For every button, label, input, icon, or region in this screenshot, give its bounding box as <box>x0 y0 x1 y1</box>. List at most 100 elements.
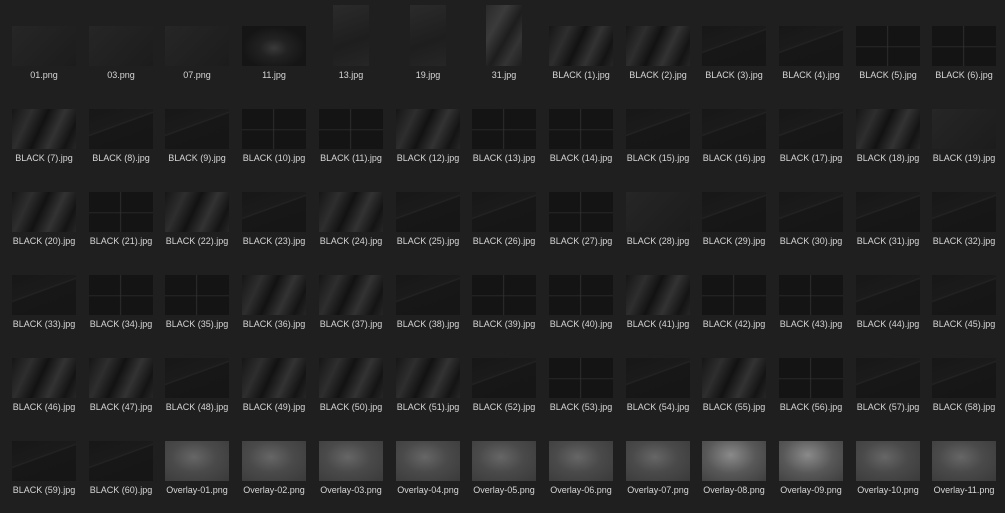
file-item[interactable]: BLACK (35).jpg <box>153 249 229 332</box>
file-item[interactable]: BLACK (59).jpg <box>0 415 76 498</box>
file-item[interactable]: 31.jpg <box>460 0 536 83</box>
file-thumbnail <box>472 441 536 481</box>
file-item[interactable]: BLACK (23).jpg <box>230 166 306 249</box>
file-thumbnail <box>702 109 766 149</box>
file-item[interactable]: BLACK (44).jpg <box>844 249 920 332</box>
file-item[interactable]: BLACK (36).jpg <box>230 249 306 332</box>
file-thumbnail <box>165 275 229 315</box>
file-item[interactable]: Overlay-07.png <box>614 415 690 498</box>
file-item[interactable]: BLACK (26).jpg <box>460 166 536 249</box>
file-item[interactable]: BLACK (21).jpg <box>77 166 153 249</box>
file-item[interactable]: BLACK (43).jpg <box>767 249 843 332</box>
file-thumbnail <box>165 441 229 481</box>
file-item[interactable]: BLACK (25).jpg <box>384 166 460 249</box>
file-item[interactable]: BLACK (54).jpg <box>614 332 690 415</box>
file-item[interactable]: Overlay-05.png <box>460 415 536 498</box>
file-item[interactable]: 01.png <box>0 0 76 83</box>
file-item[interactable]: BLACK (45).jpg <box>920 249 996 332</box>
file-item[interactable]: BLACK (40).jpg <box>537 249 613 332</box>
file-item[interactable]: Overlay-08.png <box>690 415 766 498</box>
file-item[interactable]: 03.png <box>77 0 153 83</box>
file-item[interactable]: Overlay-04.png <box>384 415 460 498</box>
file-item[interactable]: BLACK (20).jpg <box>0 166 76 249</box>
file-thumbnail <box>242 275 306 315</box>
file-thumbnail <box>396 275 460 315</box>
file-item[interactable]: BLACK (50).jpg <box>307 332 383 415</box>
file-item[interactable]: BLACK (9).jpg <box>153 83 229 166</box>
file-item[interactable]: BLACK (52).jpg <box>460 332 536 415</box>
file-item[interactable]: BLACK (7).jpg <box>0 83 76 166</box>
file-item[interactable]: BLACK (39).jpg <box>460 249 536 332</box>
file-item[interactable]: BLACK (14).jpg <box>537 83 613 166</box>
file-item[interactable]: BLACK (58).jpg <box>920 332 996 415</box>
file-thumbnail <box>165 192 229 232</box>
file-name-label: BLACK (32).jpg <box>932 236 996 246</box>
file-item[interactable]: BLACK (46).jpg <box>0 332 76 415</box>
file-item[interactable]: BLACK (24).jpg <box>307 166 383 249</box>
file-item[interactable]: Overlay-09.png <box>767 415 843 498</box>
file-item[interactable]: BLACK (3).jpg <box>690 0 766 83</box>
file-thumbnail <box>410 5 446 66</box>
file-thumbnail <box>702 358 766 398</box>
file-thumbnail <box>89 109 153 149</box>
file-item[interactable]: 07.png <box>153 0 229 83</box>
file-item[interactable]: BLACK (12).jpg <box>384 83 460 166</box>
file-item[interactable]: BLACK (53).jpg <box>537 332 613 415</box>
file-item[interactable]: BLACK (31).jpg <box>844 166 920 249</box>
file-item[interactable]: Overlay-02.png <box>230 415 306 498</box>
file-item[interactable]: BLACK (1).jpg <box>537 0 613 83</box>
file-item[interactable]: 11.jpg <box>230 0 306 83</box>
file-item[interactable]: BLACK (15).jpg <box>614 83 690 166</box>
file-item[interactable]: BLACK (42).jpg <box>690 249 766 332</box>
file-item[interactable]: BLACK (34).jpg <box>77 249 153 332</box>
file-item[interactable]: BLACK (57).jpg <box>844 332 920 415</box>
file-thumbnail <box>396 441 460 481</box>
file-item[interactable]: BLACK (17).jpg <box>767 83 843 166</box>
file-thumbnail <box>242 26 306 66</box>
file-item[interactable]: BLACK (47).jpg <box>77 332 153 415</box>
file-item[interactable]: BLACK (10).jpg <box>230 83 306 166</box>
file-item[interactable]: BLACK (56).jpg <box>767 332 843 415</box>
file-thumbnail <box>396 358 460 398</box>
file-thumbnail <box>319 275 383 315</box>
file-item[interactable]: BLACK (5).jpg <box>844 0 920 83</box>
file-item[interactable]: BLACK (55).jpg <box>690 332 766 415</box>
file-item[interactable]: BLACK (48).jpg <box>153 332 229 415</box>
file-item[interactable]: BLACK (37).jpg <box>307 249 383 332</box>
file-item[interactable]: BLACK (11).jpg <box>307 83 383 166</box>
file-item[interactable]: BLACK (22).jpg <box>153 166 229 249</box>
file-item[interactable]: BLACK (6).jpg <box>920 0 996 83</box>
file-item[interactable]: BLACK (28).jpg <box>614 166 690 249</box>
file-thumbnail <box>856 358 920 398</box>
file-item[interactable]: BLACK (49).jpg <box>230 332 306 415</box>
file-thumbnail <box>856 26 920 66</box>
file-item[interactable]: BLACK (41).jpg <box>614 249 690 332</box>
file-item[interactable]: BLACK (19).jpg <box>920 83 996 166</box>
file-item[interactable]: 19.jpg <box>384 0 460 83</box>
file-item[interactable]: Overlay-01.png <box>153 415 229 498</box>
file-item[interactable]: BLACK (30).jpg <box>767 166 843 249</box>
file-item[interactable]: BLACK (29).jpg <box>690 166 766 249</box>
file-name-label: Overlay-11.png <box>933 485 995 495</box>
file-item[interactable]: BLACK (27).jpg <box>537 166 613 249</box>
file-item[interactable]: Overlay-03.png <box>307 415 383 498</box>
file-item[interactable]: BLACK (16).jpg <box>690 83 766 166</box>
file-item[interactable]: BLACK (33).jpg <box>0 249 76 332</box>
file-item[interactable]: Overlay-06.png <box>537 415 613 498</box>
file-thumbnail <box>319 441 383 481</box>
file-item[interactable]: BLACK (51).jpg <box>384 332 460 415</box>
file-item[interactable]: BLACK (18).jpg <box>844 83 920 166</box>
file-item[interactable]: BLACK (8).jpg <box>77 83 153 166</box>
file-item[interactable]: BLACK (60).jpg <box>77 415 153 498</box>
file-item[interactable]: 13.jpg <box>307 0 383 83</box>
file-item[interactable]: BLACK (13).jpg <box>460 83 536 166</box>
file-thumbnail <box>12 441 76 481</box>
file-thumbnail <box>856 109 920 149</box>
file-item[interactable]: Overlay-11.png <box>920 415 996 498</box>
file-item[interactable]: BLACK (2).jpg <box>614 0 690 83</box>
file-item[interactable]: BLACK (38).jpg <box>384 249 460 332</box>
file-thumbnail <box>626 109 690 149</box>
file-item[interactable]: BLACK (32).jpg <box>920 166 996 249</box>
file-item[interactable]: BLACK (4).jpg <box>767 0 843 83</box>
file-item[interactable]: Overlay-10.png <box>844 415 920 498</box>
